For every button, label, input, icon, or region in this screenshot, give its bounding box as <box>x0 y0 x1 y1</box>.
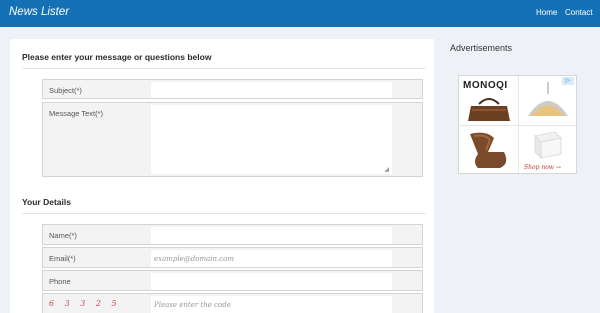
section-divider <box>22 213 426 214</box>
advertisement-banner[interactable]: MONOQI ▷ Shop now → <box>458 75 577 174</box>
name-label: Name(*) <box>49 231 77 240</box>
message-textarea[interactable] <box>151 105 392 174</box>
captcha-row: 6 3 3 2 5 Please enter the code <box>42 293 423 313</box>
chair-icon <box>470 132 507 168</box>
captcha-input[interactable]: Please enter the code <box>151 296 392 313</box>
email-row: Email(*) example@domain.com <box>42 247 423 268</box>
stool-icon <box>533 131 563 160</box>
message-label: Message Text(*) <box>49 109 104 118</box>
subject-label: Subject(*) <box>49 86 82 95</box>
email-label: Email(*) <box>49 254 76 263</box>
message-row: Message Text(*) ◢ <box>42 102 423 177</box>
contact-form-card: Please enter your message or questions b… <box>10 39 434 313</box>
email-input[interactable]: example@domain.com <box>151 250 392 267</box>
nav-home-link[interactable]: Home <box>536 8 557 17</box>
brand-logo[interactable]: News Lister <box>9 6 69 18</box>
ad-brand-logo: MONOQI <box>463 80 508 91</box>
captcha-code: 6 3 3 2 5 <box>49 299 121 308</box>
lamp-icon <box>528 82 568 116</box>
handbag-icon <box>468 98 510 121</box>
ad-shop-now-link[interactable]: Shop now → <box>524 164 561 171</box>
top-navbar: News Lister Home Contact <box>0 0 600 27</box>
message-section-title: Please enter your message or questions b… <box>22 52 212 62</box>
name-row: Name(*) <box>42 224 423 245</box>
details-section-title: Your Details <box>22 197 71 207</box>
subject-row: Subject(*) <box>42 79 423 99</box>
subject-input[interactable] <box>151 82 392 98</box>
resize-grip-icon[interactable]: ◢ <box>384 166 389 173</box>
phone-row: Phone <box>42 270 423 291</box>
phone-label: Phone <box>49 277 71 286</box>
ad-divider <box>459 125 576 126</box>
ads-heading: Advertisements <box>450 43 513 53</box>
section-divider <box>22 68 426 69</box>
phone-input[interactable] <box>151 273 392 290</box>
nav-contact-link[interactable]: Contact <box>565 8 593 17</box>
name-input[interactable] <box>151 227 392 244</box>
